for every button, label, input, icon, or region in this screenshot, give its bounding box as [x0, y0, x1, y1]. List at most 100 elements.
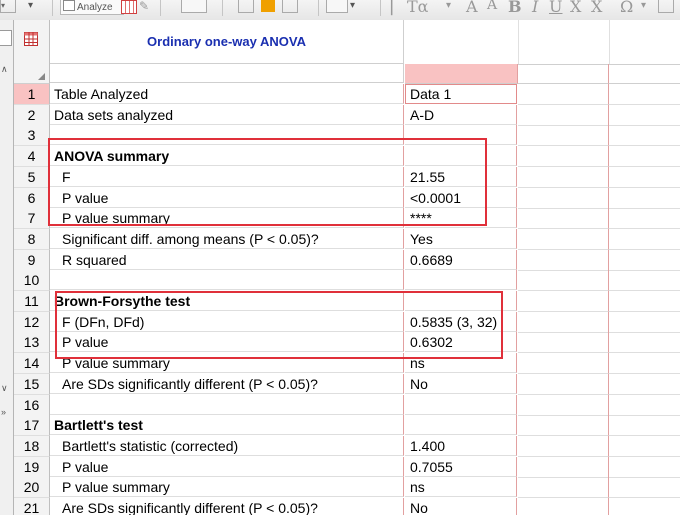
- row-number[interactable]: 6: [14, 187, 50, 209]
- row-value[interactable]: 0.7055: [405, 456, 517, 477]
- column-header-empty[interactable]: [609, 64, 680, 84]
- underline-button[interactable]: U: [549, 0, 562, 16]
- empty-cell[interactable]: [609, 146, 680, 168]
- italic-button[interactable]: I: [532, 0, 538, 16]
- row-label[interactable]: Are SDs significantly different (P < 0.0…: [50, 373, 404, 394]
- row-number[interactable]: 21: [14, 498, 50, 515]
- font-larger-button[interactable]: A: [466, 0, 478, 16]
- layout-icon[interactable]: [238, 0, 254, 13]
- empty-cell[interactable]: [609, 353, 680, 375]
- empty-cell[interactable]: [518, 456, 609, 478]
- row-number[interactable]: 20: [14, 477, 50, 499]
- row-number[interactable]: 10: [14, 270, 50, 292]
- scroll-down-icon[interactable]: ∨: [1, 383, 8, 394]
- row-label[interactable]: P value summary: [50, 477, 404, 498]
- row-value[interactable]: No: [405, 373, 517, 394]
- empty-cell[interactable]: [518, 373, 609, 395]
- analyze-button[interactable]: Analyze: [60, 0, 124, 15]
- row-value[interactable]: <0.0001: [405, 187, 517, 208]
- symbol-button[interactable]: Ω: [620, 0, 633, 16]
- row-value[interactable]: 0.5835 (3, 32): [405, 311, 517, 332]
- empty-cell[interactable]: [518, 291, 609, 312]
- toolbar-dropdown[interactable]: ▾: [0, 0, 16, 13]
- row-label[interactable]: Bartlett's test: [50, 415, 404, 436]
- row-label[interactable]: Brown-Forsythe test: [50, 291, 404, 311]
- row-label[interactable]: P value: [50, 456, 404, 477]
- row-number[interactable]: 13: [14, 332, 50, 354]
- row-value[interactable]: [405, 291, 517, 311]
- empty-cell[interactable]: [518, 125, 609, 147]
- empty-cell[interactable]: [518, 394, 609, 416]
- symbol-chevron-icon[interactable]: ▾: [641, 0, 646, 11]
- row-value[interactable]: Yes: [405, 228, 517, 249]
- row-label[interactable]: Data sets analyzed: [50, 104, 404, 125]
- empty-cell[interactable]: [609, 84, 680, 105]
- bold-button[interactable]: B: [508, 0, 522, 16]
- row-label[interactable]: Table Analyzed: [50, 84, 404, 104]
- graph-button[interactable]: [181, 0, 207, 13]
- empty-cell[interactable]: [609, 250, 680, 271]
- subscript-button[interactable]: X: [591, 0, 602, 16]
- superscript-button[interactable]: X: [570, 0, 581, 16]
- row-value[interactable]: Data 1: [405, 84, 517, 104]
- row-label[interactable]: [50, 270, 404, 291]
- empty-cell[interactable]: [518, 311, 609, 333]
- row-value[interactable]: [405, 125, 517, 146]
- empty-cell[interactable]: [609, 208, 680, 230]
- empty-cell[interactable]: [609, 125, 680, 147]
- navigator-search-box[interactable]: [0, 30, 12, 46]
- empty-cell[interactable]: [518, 84, 609, 105]
- text-format-button[interactable]: Tα: [407, 0, 428, 16]
- pencil-icon[interactable]: ✎: [139, 0, 149, 14]
- column-header-value[interactable]: [405, 64, 518, 84]
- row-number[interactable]: 9: [14, 249, 50, 271]
- row-value[interactable]: [405, 394, 517, 415]
- row-value[interactable]: 0.6689: [405, 249, 517, 270]
- column-header-empty[interactable]: [518, 64, 609, 84]
- row-label[interactable]: [50, 125, 404, 146]
- empty-cell[interactable]: [609, 188, 680, 209]
- empty-cell[interactable]: [518, 228, 609, 250]
- toolbar-chevron-icon[interactable]: ▾: [28, 0, 33, 14]
- row-number[interactable]: 11: [14, 291, 50, 312]
- row-number[interactable]: 1: [14, 84, 50, 105]
- row-label[interactable]: P value: [50, 187, 404, 208]
- empty-cell[interactable]: [609, 332, 680, 354]
- shape-chevron-icon[interactable]: ▾: [350, 0, 355, 14]
- row-label[interactable]: R squared: [50, 249, 404, 270]
- empty-cell[interactable]: [518, 415, 609, 437]
- row-value[interactable]: [405, 146, 517, 167]
- empty-cell[interactable]: [609, 229, 680, 250]
- empty-cell[interactable]: [518, 270, 609, 292]
- empty-cell[interactable]: [518, 166, 609, 188]
- empty-cell[interactable]: [518, 498, 609, 515]
- empty-cell[interactable]: [609, 374, 680, 395]
- more-icon[interactable]: [658, 0, 674, 13]
- row-number[interactable]: 3: [14, 125, 50, 147]
- row-value[interactable]: 21.55: [405, 166, 517, 187]
- row-number[interactable]: 19: [14, 456, 50, 478]
- row-number[interactable]: 4: [14, 146, 50, 168]
- empty-cell[interactable]: [518, 146, 609, 168]
- empty-cell[interactable]: [518, 187, 609, 209]
- row-value[interactable]: A-D: [405, 104, 517, 125]
- row-number[interactable]: 14: [14, 353, 50, 375]
- empty-cell[interactable]: [609, 415, 680, 437]
- empty-cell[interactable]: [609, 395, 680, 416]
- empty-cell[interactable]: [609, 436, 680, 457]
- row-label[interactable]: F: [50, 166, 404, 187]
- row-number[interactable]: 12: [14, 311, 50, 333]
- row-value[interactable]: [405, 415, 517, 436]
- empty-cell[interactable]: [518, 208, 609, 230]
- row-value[interactable]: 0.6302: [405, 332, 517, 353]
- empty-cell[interactable]: [609, 270, 680, 292]
- row-value[interactable]: 1.400: [405, 435, 517, 456]
- row-label[interactable]: Significant diff. among means (P < 0.05)…: [50, 228, 404, 249]
- expand-icon[interactable]: »: [1, 407, 6, 417]
- row-number[interactable]: 15: [14, 373, 50, 395]
- shape-button[interactable]: [326, 0, 348, 13]
- empty-cell[interactable]: [518, 104, 609, 126]
- font-smaller-button[interactable]: A: [487, 0, 497, 13]
- row-label[interactable]: ANOVA summary: [50, 146, 404, 167]
- row-label[interactable]: F (DFn, DFd): [50, 311, 404, 332]
